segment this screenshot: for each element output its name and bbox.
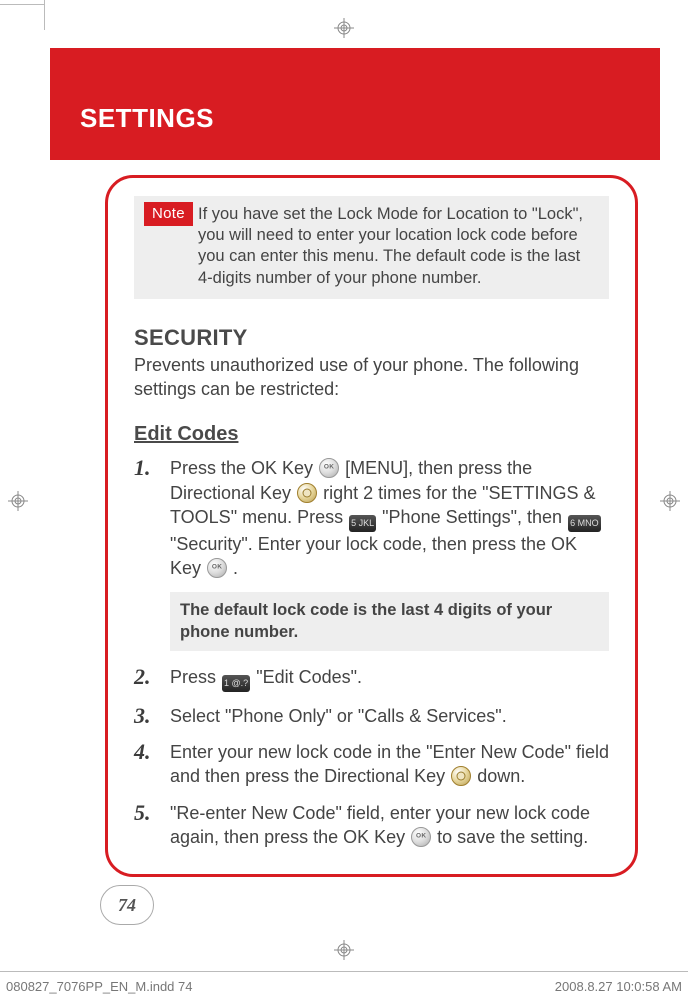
footer-filename: 080827_7076PP_EN_M.indd 74: [6, 979, 192, 994]
step-number: 5.: [134, 801, 164, 850]
section-heading-security: SECURITY: [134, 325, 609, 351]
list-item: 3. Select "Phone Only" or "Calls & Servi…: [134, 704, 609, 728]
note-text: If you have set the Lock Mode for Locati…: [198, 204, 599, 288]
step-text: Enter your new lock code in the "Enter N…: [170, 740, 609, 789]
text-fragment: Press the OK Key: [170, 458, 318, 478]
page-number-badge: 74: [100, 885, 154, 925]
numeric-key-6-icon: 6 MNO: [568, 515, 601, 532]
step-text: Select "Phone Only" or "Calls & Services…: [170, 704, 609, 728]
footer-divider: [0, 971, 688, 972]
sub-heading-edit-codes: Edit Codes: [134, 423, 609, 446]
text-fragment: down.: [477, 766, 525, 786]
text-fragment: Press: [170, 667, 221, 687]
note-label: Note: [144, 202, 193, 226]
ok-key-icon: [411, 827, 431, 847]
crop-mark: [0, 4, 45, 5]
footer-timestamp: 2008.8.27 10:0:58 AM: [555, 979, 682, 994]
list-item: 5. "Re-enter New Code" field, enter your…: [134, 801, 609, 850]
registration-mark-icon: [660, 491, 680, 511]
note-box: Note If you have set the Lock Mode for L…: [134, 196, 609, 299]
registration-mark-icon: [8, 491, 28, 511]
text-fragment: to save the setting.: [437, 827, 588, 847]
step-list-continued: 2. Press 1 @.? "Edit Codes". 3. Select "…: [134, 665, 609, 849]
text-fragment: "Edit Codes".: [256, 667, 362, 687]
content-card: Note If you have set the Lock Mode for L…: [105, 175, 638, 877]
registration-mark-icon: [334, 18, 354, 38]
list-item: 1. Press the OK Key [MENU], then press t…: [134, 456, 609, 580]
section-body-security: Prevents unauthorized use of your phone.…: [134, 353, 609, 402]
directional-key-icon: [451, 766, 471, 786]
page-header: SETTINGS: [50, 48, 660, 160]
step-number: 4.: [134, 740, 164, 789]
step-number: 2.: [134, 665, 164, 692]
step-text: Press 1 @.? "Edit Codes".: [170, 665, 609, 692]
numeric-key-1-icon: 1 @.?: [222, 675, 250, 692]
ok-key-icon: [319, 458, 339, 478]
text-fragment: Enter your new lock code in the "Enter N…: [170, 742, 609, 786]
tip-box: The default lock code is the last 4 digi…: [170, 592, 609, 650]
step-number: 1.: [134, 456, 164, 580]
ok-key-icon: [207, 558, 227, 578]
step-text: Press the OK Key [MENU], then press the …: [170, 456, 609, 580]
directional-key-icon: [297, 483, 317, 503]
page-title: SETTINGS: [80, 103, 214, 134]
text-fragment: .: [233, 558, 238, 578]
list-item: 4. Enter your new lock code in the "Ente…: [134, 740, 609, 789]
step-list: 1. Press the OK Key [MENU], then press t…: [134, 456, 609, 580]
text-fragment: "Security". Enter your lock code, then p…: [170, 534, 577, 578]
numeric-key-5-icon: 5 JKL: [349, 515, 376, 532]
text-fragment: "Phone Settings", then: [382, 507, 567, 527]
registration-mark-icon: [334, 940, 354, 960]
step-text: "Re-enter New Code" field, enter your ne…: [170, 801, 609, 850]
step-number: 3.: [134, 704, 164, 728]
list-item: 2. Press 1 @.? "Edit Codes".: [134, 665, 609, 692]
